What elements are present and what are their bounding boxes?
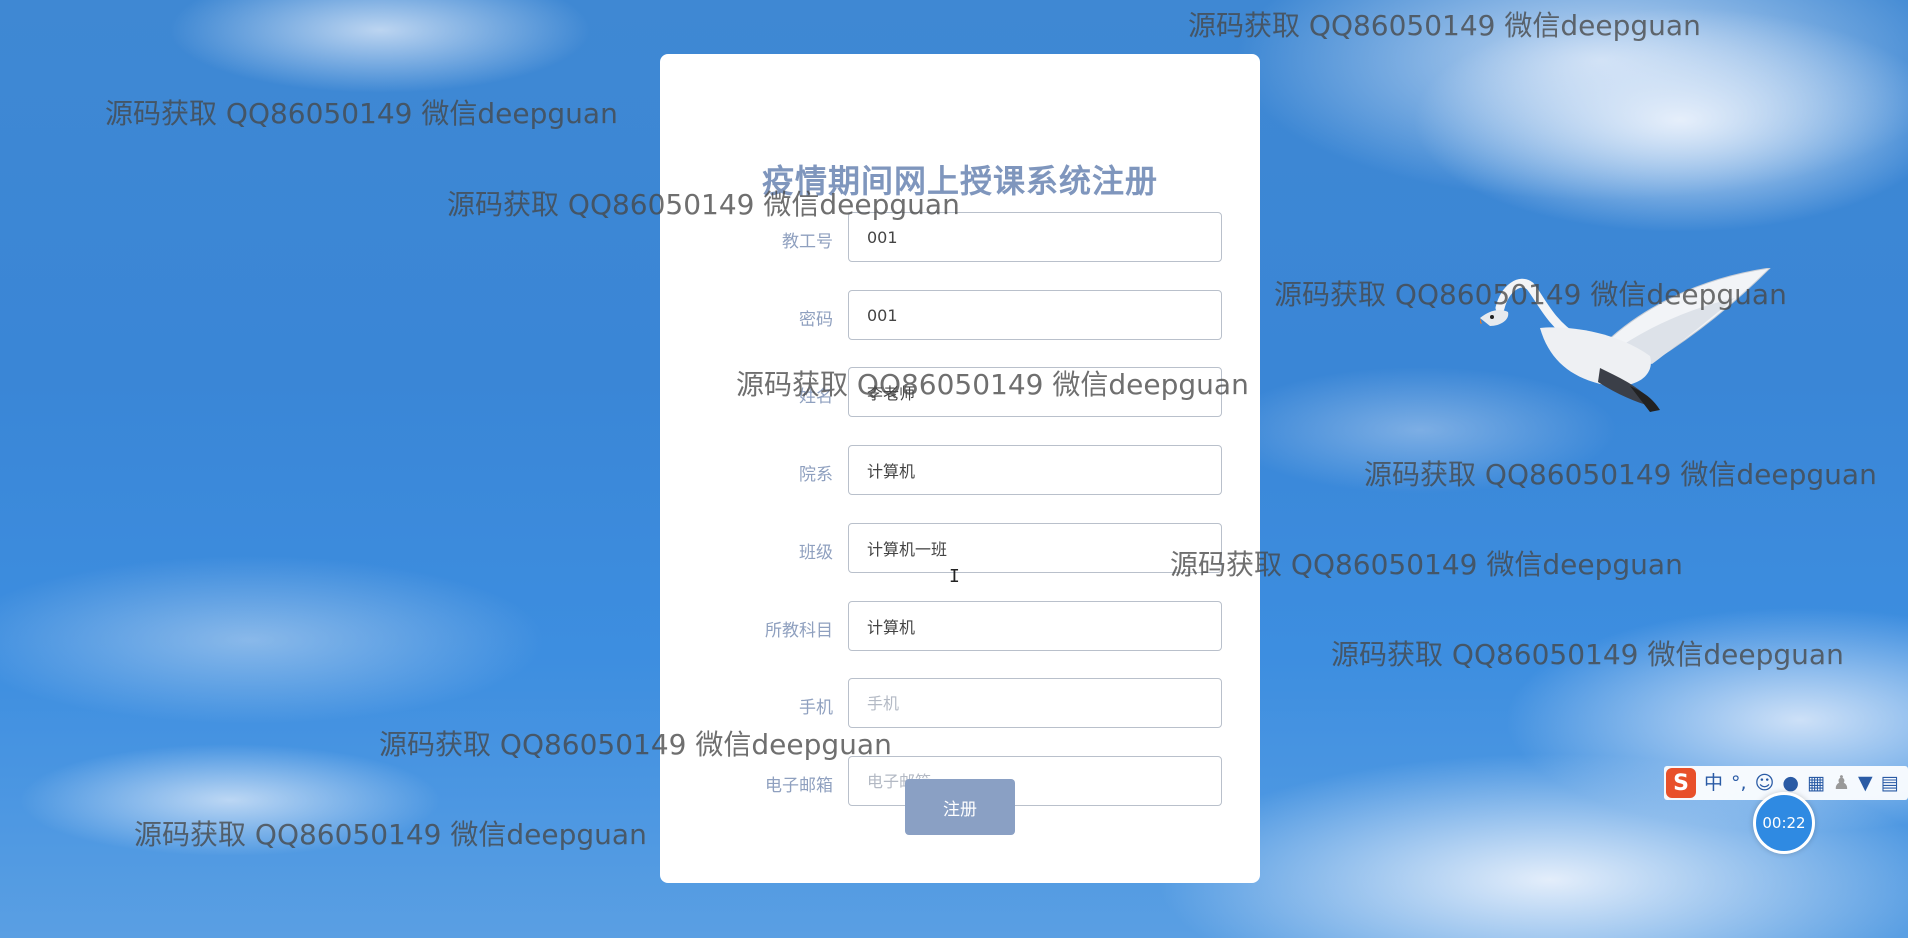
form-row-password: 密码 bbox=[660, 290, 1260, 340]
toolbox-icon[interactable]: ▤ bbox=[1881, 766, 1899, 800]
form-row-name: 姓名 bbox=[660, 367, 1260, 417]
phone-label: 手机 bbox=[799, 698, 833, 718]
ime-punct-toggle[interactable]: °, bbox=[1731, 766, 1747, 800]
ime-logo-icon[interactable]: S bbox=[1666, 768, 1696, 798]
password-label: 密码 bbox=[799, 310, 833, 330]
form-row-teacher-id: 教工号 bbox=[660, 212, 1260, 262]
department-input[interactable] bbox=[848, 445, 1222, 495]
keyboard-icon[interactable]: ▦ bbox=[1807, 766, 1825, 800]
password-input[interactable] bbox=[848, 290, 1222, 340]
skin-icon[interactable]: ▼ bbox=[1858, 766, 1873, 800]
teacher-id-input[interactable] bbox=[848, 212, 1222, 262]
recording-timer[interactable]: 00:22 bbox=[1753, 792, 1815, 854]
teacher-id-label: 教工号 bbox=[782, 232, 833, 252]
page-title: 疫情期间网上授课系统注册 bbox=[761, 162, 1158, 200]
department-label: 院系 bbox=[799, 465, 833, 485]
swan-image bbox=[1480, 268, 1771, 412]
subject-input[interactable] bbox=[848, 601, 1222, 651]
phone-input[interactable] bbox=[848, 678, 1222, 728]
register-card: 疫情期间网上授课系统注册 教工号 密码 姓名 院系 班级 所教科目 手机 电子邮… bbox=[660, 54, 1260, 883]
subject-label: 所教科目 bbox=[765, 621, 833, 641]
register-button[interactable]: 注册 bbox=[905, 779, 1015, 835]
form-row-subject: 所教科目 bbox=[660, 601, 1260, 651]
class-input[interactable] bbox=[848, 523, 1222, 573]
name-input[interactable] bbox=[848, 367, 1222, 417]
name-label: 姓名 bbox=[799, 387, 833, 407]
class-label: 班级 bbox=[799, 543, 833, 563]
form-row-department: 院系 bbox=[660, 445, 1260, 495]
user-icon[interactable]: ♟ bbox=[1833, 766, 1850, 800]
form-row-class: 班级 bbox=[660, 523, 1260, 573]
form-row-phone: 手机 bbox=[660, 678, 1260, 728]
text-cursor-icon: I bbox=[949, 566, 960, 587]
ime-mode-toggle[interactable]: 中 bbox=[1704, 766, 1723, 800]
email-label: 电子邮箱 bbox=[765, 776, 833, 796]
